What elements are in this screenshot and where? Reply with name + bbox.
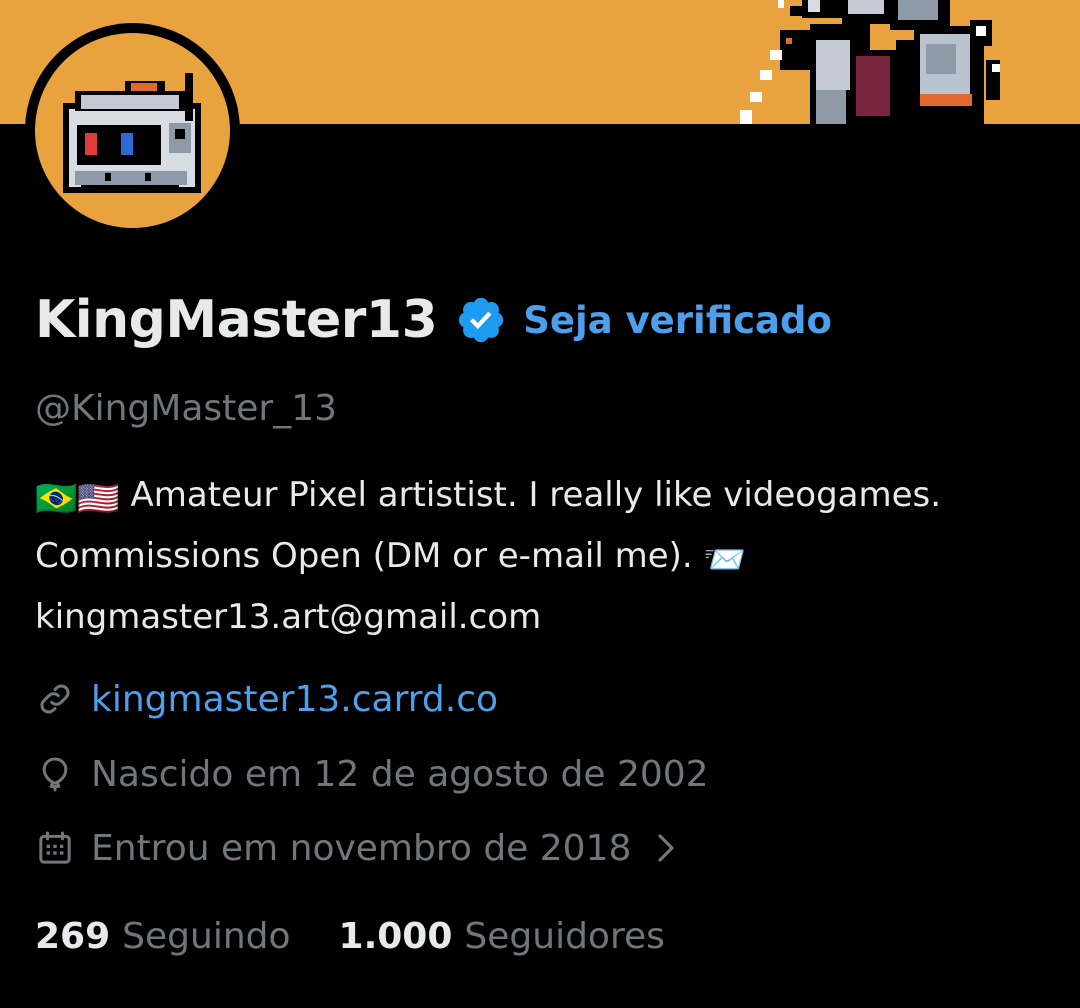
verified-badge-icon[interactable] [455, 294, 507, 346]
following-count: 269 [35, 915, 111, 957]
link-icon [40, 684, 70, 714]
joined-row[interactable]: Entrou em novembro de 2018 [35, 823, 681, 873]
follow-stats: 269 Seguindo 1.000 Seguidores [35, 908, 665, 964]
bio-line-3: kingmaster13.art@gmail.com [35, 589, 1050, 646]
profile-bio: 🇧🇷🇺🇸 Amateur Pixel artistist. I really l… [35, 467, 1050, 646]
profile-avatar[interactable] [25, 23, 240, 238]
followers-count: 1.000 [338, 915, 453, 957]
balloon-icon [42, 757, 68, 792]
website-link[interactable]: kingmaster13.carrd.co [91, 679, 498, 720]
banner-pixel-art [740, 0, 1000, 124]
display-name-row: KingMaster13 Seja verificado [35, 282, 832, 358]
bio-line-2: Commissions Open (DM or e-mail me). 📨 [35, 528, 1050, 589]
following-stat[interactable]: 269 Seguindo [35, 916, 291, 957]
bio-text-2: Commissions Open (DM or e-mail me). [35, 536, 693, 576]
user-handle: @KingMaster_13 [35, 388, 338, 429]
followers-label: Seguidores [464, 915, 665, 957]
chevron-right-icon[interactable] [651, 830, 681, 866]
bio-text-1: Amateur Pixel artistist. I really like v… [130, 475, 942, 515]
joined-text: Entrou em novembro de 2018 [91, 827, 632, 869]
bio-email: kingmaster13.art@gmail.com [35, 597, 542, 637]
bio-line-1: 🇧🇷🇺🇸 Amateur Pixel artistist. I really l… [35, 467, 1050, 528]
website-row: kingmaster13.carrd.co [35, 674, 498, 724]
birthday-row: Nascido em 12 de agosto de 2002 [35, 749, 709, 799]
calendar-icon [39, 831, 71, 864]
flag-emojis: 🇧🇷🇺🇸 [35, 479, 120, 519]
envelope-emoji: 📨 [703, 540, 746, 580]
avatar-image [35, 33, 230, 228]
birthday-text: Nascido em 12 de agosto de 2002 [91, 753, 709, 795]
get-verified-link[interactable]: Seja verificado [523, 299, 832, 342]
following-label: Seguindo [122, 915, 291, 957]
followers-stat[interactable]: 1.000 Seguidores [339, 916, 665, 957]
avatar-pixel-robot [35, 33, 230, 228]
display-name: KingMaster13 [35, 290, 438, 350]
